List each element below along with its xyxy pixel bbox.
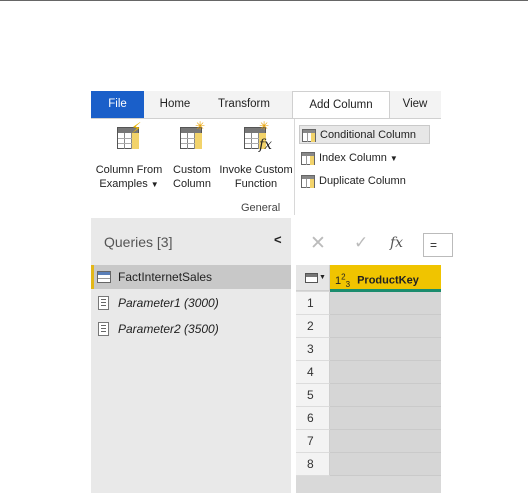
table-row: 8 (296, 453, 441, 476)
row-number[interactable]: 8 (296, 453, 330, 476)
conditional-column-button[interactable]: Conditional Column (299, 125, 430, 144)
index-column-label: Index Column (319, 152, 387, 164)
conditional-column-label: Conditional Column (320, 129, 416, 141)
row-number[interactable]: 2 (296, 315, 330, 338)
ribbon-panel: ⚡ Column From Examples ▼ ✳ Custom Column … (91, 118, 441, 218)
confirm-icon[interactable]: ✓ (354, 233, 368, 253)
table-star-icon: ✳ (176, 120, 208, 153)
query-item-factinternetsales[interactable]: FactInternetSales (91, 265, 291, 289)
grid-rows: 1 2 3 4 5 6 7 8 (296, 292, 441, 476)
table-row: 1 (296, 292, 441, 315)
table-lightning-icon: ⚡ (113, 121, 145, 153)
table-cell[interactable] (330, 430, 441, 453)
general-group-label: General (241, 202, 281, 214)
invoke-custom-function-label-1: Invoke Custom (219, 164, 293, 176)
tab-view[interactable]: View (392, 91, 438, 118)
table-cell[interactable] (330, 338, 441, 361)
table-cell[interactable] (330, 361, 441, 384)
chevron-down-icon: ▼ (389, 154, 398, 163)
duplicate-column-icon (301, 175, 315, 188)
column-header-productkey[interactable]: 123 ProductKey (330, 265, 441, 291)
row-number[interactable]: 3 (296, 338, 330, 361)
tab-add-column[interactable]: Add Column (292, 91, 390, 119)
index-column-icon (301, 152, 315, 165)
column-from-examples-button[interactable]: ⚡ Column From Examples ▼ (93, 121, 165, 192)
column-header-label: ProductKey (357, 274, 419, 287)
table-fx-icon: ✳ fx (240, 120, 272, 153)
formula-bar: ✕ ✓ fx = (296, 230, 453, 260)
table-icon (305, 273, 318, 283)
custom-column-button[interactable]: ✳ Custom Column (167, 120, 217, 191)
table-cell[interactable] (330, 292, 441, 315)
parameter-icon (98, 322, 109, 336)
table-row: 7 (296, 430, 441, 453)
table-cell[interactable] (330, 407, 441, 430)
query-item-label: Parameter1 (3000) (118, 296, 219, 310)
row-number[interactable]: 7 (296, 430, 330, 453)
conditional-column-icon (302, 129, 316, 142)
table-cell[interactable] (330, 315, 441, 338)
queries-title: Queries [3] (104, 234, 173, 250)
invoke-custom-function-button[interactable]: ✳ fx Invoke Custom Function (217, 120, 295, 191)
query-item-parameter2[interactable]: Parameter2 (3500) (91, 317, 291, 341)
window-top-border (0, 0, 528, 1)
query-item-parameter1[interactable]: Parameter1 (3000) (91, 291, 291, 315)
cancel-icon[interactable]: ✕ (310, 232, 326, 255)
table-cell[interactable] (330, 384, 441, 407)
queries-pane: Queries [3] < FactInternetSales Paramete… (91, 218, 291, 493)
whole-number-type-icon[interactable]: 123 (335, 272, 350, 289)
row-number[interactable]: 1 (296, 292, 330, 315)
data-grid: ▼ 123 ProductKey 1 2 3 4 5 6 7 8 (296, 265, 441, 493)
custom-column-label-2: Column (173, 178, 211, 190)
tab-transform[interactable]: Transform (206, 91, 282, 118)
table-icon (97, 271, 111, 283)
formula-input[interactable]: = (423, 233, 453, 257)
ribbon-group-divider (294, 119, 295, 215)
table-row: 3 (296, 338, 441, 361)
tab-home[interactable]: Home (144, 91, 206, 118)
row-number[interactable]: 6 (296, 407, 330, 430)
table-row: 6 (296, 407, 441, 430)
tab-file[interactable]: File (91, 91, 144, 118)
table-row: 2 (296, 315, 441, 338)
column-from-examples-label-1: Column From (95, 164, 163, 176)
chevron-down-icon: ▼ (150, 180, 159, 189)
fx-icon[interactable]: fx (390, 235, 403, 251)
duplicate-column-label: Duplicate Column (319, 175, 406, 187)
collapse-pane-icon[interactable]: < (274, 232, 282, 247)
query-item-label: Parameter2 (3500) (118, 322, 219, 336)
chevron-down-icon: ▼ (319, 274, 326, 281)
duplicate-column-button[interactable]: Duplicate Column (299, 172, 406, 191)
ribbon-tab-bar: File Home Transform Add Column View (91, 91, 441, 119)
table-cell[interactable] (330, 453, 441, 476)
table-row: 5 (296, 384, 441, 407)
custom-column-label-1: Custom (173, 164, 211, 176)
table-menu-button[interactable]: ▼ (296, 265, 330, 291)
query-item-label: FactInternetSales (118, 270, 213, 284)
table-row: 4 (296, 361, 441, 384)
row-number[interactable]: 4 (296, 361, 330, 384)
parameter-icon (98, 296, 109, 310)
index-column-button[interactable]: Index Column ▼ (299, 149, 398, 168)
invoke-custom-function-label-2: Function (234, 178, 278, 190)
column-from-examples-label-2: Examples (99, 178, 148, 190)
row-number[interactable]: 5 (296, 384, 330, 407)
